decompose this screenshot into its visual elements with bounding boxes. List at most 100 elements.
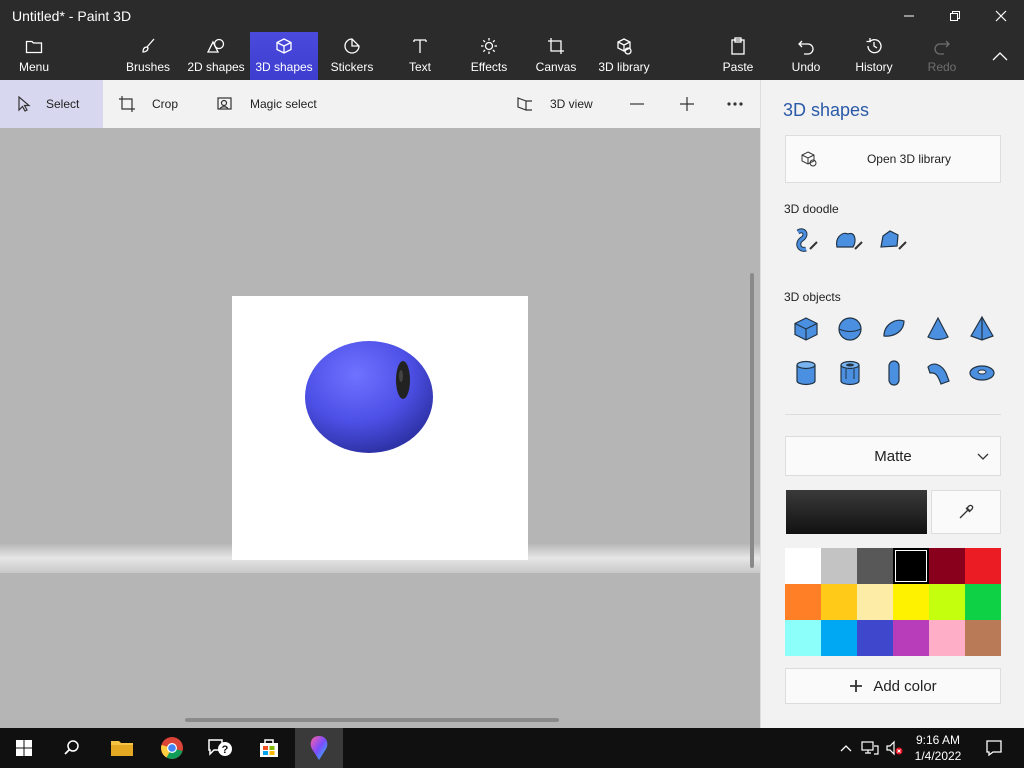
text-icon: [413, 39, 427, 53]
plus-icon: [850, 680, 863, 692]
curved-cylinder-button[interactable]: [918, 353, 958, 393]
tool-stickers[interactable]: Stickers: [326, 32, 378, 80]
tool-label: Brushes: [125, 60, 171, 74]
color-swatch[interactable]: [929, 620, 965, 656]
tool-label: Effects: [470, 60, 508, 74]
color-swatch[interactable]: [785, 548, 821, 584]
open-3d-library-button[interactable]: Open 3D library: [785, 135, 1001, 183]
drawing-canvas[interactable]: [232, 296, 528, 560]
color-swatch[interactable]: [965, 548, 1001, 584]
add-color-button[interactable]: Add color: [785, 668, 1001, 704]
history-button[interactable]: History: [850, 32, 898, 80]
cylinder-button[interactable]: [786, 353, 826, 393]
sphere-button[interactable]: [830, 309, 870, 349]
network-button[interactable]: [858, 728, 882, 768]
tool-3d-library[interactable]: 3D library: [596, 32, 652, 80]
zoom-in-button[interactable]: [678, 80, 702, 128]
color-swatch[interactable]: [965, 620, 1001, 656]
eye-highlight: [399, 370, 403, 382]
collapse-ribbon-button[interactable]: [980, 32, 1020, 80]
color-swatch[interactable]: [785, 620, 821, 656]
tool-2d-shapes[interactable]: 2D shapes: [186, 32, 246, 80]
chrome-icon: [161, 737, 183, 759]
paste-button[interactable]: Paste: [716, 32, 760, 80]
ribbon: Menu Brushes 2D shapes 3D shapes Sticker…: [0, 32, 1024, 80]
volume-button[interactable]: [882, 728, 906, 768]
hemisphere-button[interactable]: [874, 309, 914, 349]
color-swatch[interactable]: [821, 620, 857, 656]
sharp-edge-doodle-button[interactable]: [785, 221, 825, 261]
pyramid-button[interactable]: [962, 309, 1002, 349]
notifications-button[interactable]: [970, 728, 1018, 768]
blob-doodle-icon: [836, 232, 863, 250]
close-button[interactable]: [978, 0, 1024, 32]
menu-button[interactable]: Menu: [10, 32, 58, 80]
minimize-button[interactable]: [886, 0, 932, 32]
undo-icon: [798, 40, 814, 55]
panel-divider: [785, 414, 1001, 415]
window-title: Untitled* - Paint 3D: [12, 8, 132, 24]
color-swatch[interactable]: [857, 584, 893, 620]
color-swatch[interactable]: [785, 584, 821, 620]
more-options-button[interactable]: [726, 80, 750, 128]
blue-sphere[interactable]: [305, 341, 433, 453]
color-swatch[interactable]: [893, 620, 929, 656]
color-swatch[interactable]: [821, 548, 857, 584]
restore-button[interactable]: [932, 0, 978, 32]
color-swatch[interactable]: [929, 584, 965, 620]
show-hidden-icons-button[interactable]: [834, 728, 858, 768]
color-swatch[interactable]: [821, 584, 857, 620]
color-swatch[interactable]: [929, 548, 965, 584]
tube-button[interactable]: [830, 353, 870, 393]
get-help-button[interactable]: ?: [196, 728, 244, 768]
select-label: Select: [46, 97, 80, 111]
clock[interactable]: 9:16 AM 1/4/2022: [906, 732, 970, 764]
color-swatch[interactable]: [893, 548, 929, 584]
cone-button[interactable]: [918, 309, 958, 349]
redo-button[interactable]: Redo: [920, 32, 964, 80]
taskbar: ? 9:16 AM 1/4/2022: [0, 728, 1024, 768]
color-swatch[interactable]: [857, 548, 893, 584]
workspace[interactable]: [0, 128, 760, 728]
soft-edge-doodle-button[interactable]: [829, 221, 869, 261]
minimize-icon: [904, 15, 914, 17]
capsule-button[interactable]: [874, 353, 914, 393]
cube-icon: [276, 38, 292, 54]
select-tool[interactable]: Select: [0, 80, 103, 128]
color-swatch[interactable]: [893, 584, 929, 620]
rock-doodle-button[interactable]: [873, 221, 913, 261]
donut-button[interactable]: [962, 353, 1002, 393]
3d-model-svg[interactable]: [232, 296, 528, 560]
eyedropper-button[interactable]: [931, 490, 1001, 534]
chrome-button[interactable]: [148, 728, 196, 768]
3d-view-toggle[interactable]: 3D view: [516, 80, 616, 128]
eyedropper-icon: [959, 504, 974, 519]
minus-icon: [630, 103, 644, 105]
menu-label: Menu: [18, 60, 50, 74]
vertical-scrollbar[interactable]: [750, 273, 754, 568]
hemisphere-icon: [883, 319, 905, 337]
current-color-swatch[interactable]: [786, 490, 927, 534]
tool-canvas[interactable]: Canvas: [532, 32, 580, 80]
tool-text[interactable]: Text: [396, 32, 444, 80]
3d-shapes-panel: 3D shapes Open 3D library 3D doodle 3D o…: [760, 80, 1024, 728]
tool-effects[interactable]: Effects: [464, 32, 514, 80]
search-button[interactable]: [48, 728, 96, 768]
undo-button[interactable]: Undo: [784, 32, 828, 80]
crop-tool[interactable]: Crop: [118, 80, 198, 128]
start-button[interactable]: [0, 728, 48, 768]
microsoft-store-button[interactable]: [245, 728, 293, 768]
tool-brushes[interactable]: Brushes: [122, 32, 174, 80]
cube-button[interactable]: [786, 309, 826, 349]
paint-3d-taskbar-button[interactable]: [295, 728, 343, 768]
horizontal-scrollbar[interactable]: [185, 718, 559, 722]
capsule-icon: [888, 360, 900, 386]
color-swatch[interactable]: [857, 620, 893, 656]
tool-3d-shapes[interactable]: 3D shapes: [250, 32, 318, 80]
magic-select-tool[interactable]: Magic select: [216, 80, 336, 128]
color-swatch[interactable]: [965, 584, 1001, 620]
zoom-out-button[interactable]: [628, 80, 652, 128]
tube-icon: [840, 360, 860, 386]
material-dropdown[interactable]: Matte: [785, 436, 1001, 476]
file-explorer-button[interactable]: [98, 728, 146, 768]
